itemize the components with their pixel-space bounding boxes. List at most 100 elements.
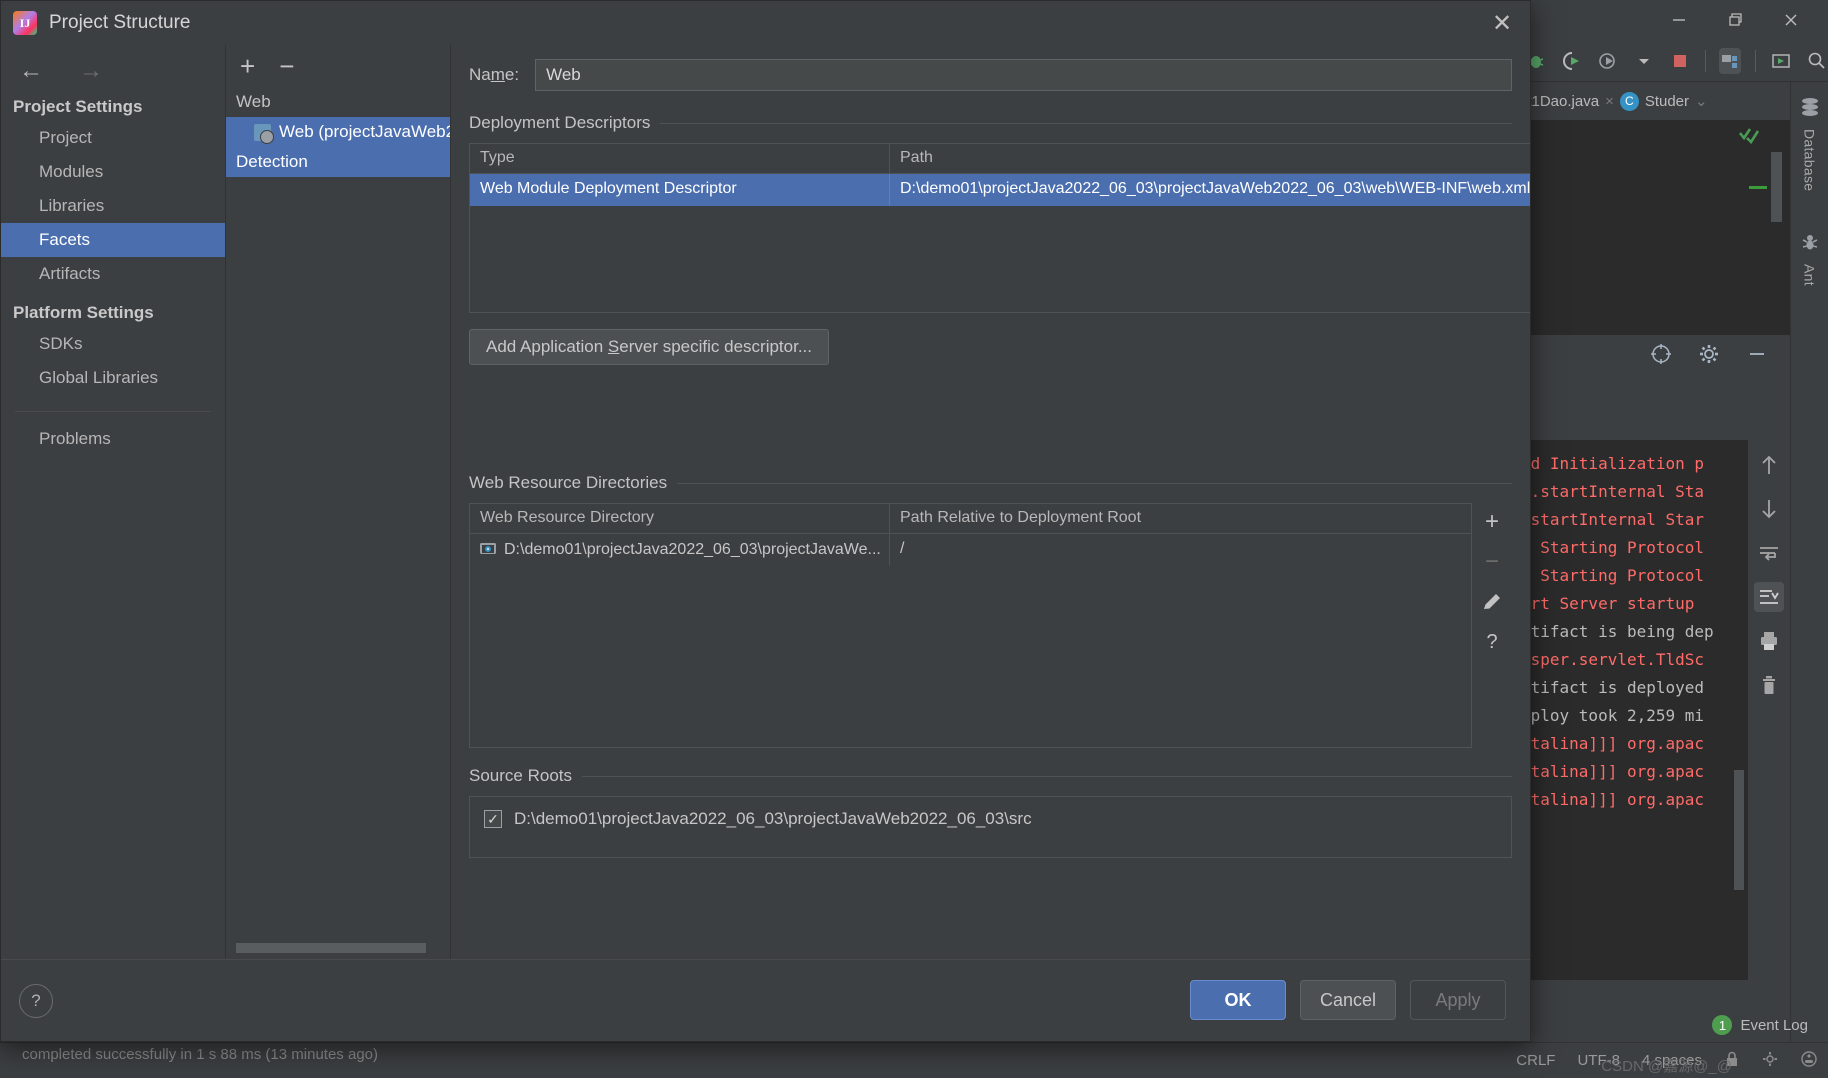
project-structure-icon[interactable] bbox=[1719, 47, 1742, 74]
console-output[interactable]: ad Initialization p e.startInternal Sta … bbox=[1515, 440, 1748, 980]
web-resources-table: Web Resource Directory Path Relative to … bbox=[469, 503, 1472, 748]
cell-directory: D:\demo01\projectJava2022_06_03\projectJ… bbox=[470, 534, 890, 566]
facet-row-web-module[interactable]: Web (projectJavaWeb20 bbox=[226, 117, 450, 147]
facets-horizontal-scrollbar[interactable] bbox=[236, 943, 426, 953]
hide-panel-icon[interactable] bbox=[1744, 341, 1770, 367]
source-root-checkbox[interactable]: ✓ bbox=[484, 810, 502, 828]
dialog-close-icon[interactable]: ✕ bbox=[1474, 1, 1530, 45]
apply-button[interactable]: Apply bbox=[1410, 980, 1506, 1020]
dialog-title: Project Structure bbox=[49, 12, 191, 33]
facet-row-label: Web (projectJavaWeb20 bbox=[279, 122, 450, 141]
console-scrollbar[interactable] bbox=[1734, 770, 1744, 890]
dialog-action-buttons: OK Cancel Apply bbox=[1190, 980, 1506, 1020]
console-line: eploy took 2,259 mi bbox=[1521, 706, 1705, 725]
console-line: t Starting Protocol bbox=[1521, 538, 1705, 557]
remove-facet-button[interactable]: − bbox=[279, 53, 294, 79]
profile-icon[interactable] bbox=[1597, 48, 1619, 74]
minimize-icon[interactable] bbox=[1664, 5, 1694, 35]
deployment-table-header: Type Path bbox=[470, 144, 1530, 174]
sidebar-item-modules[interactable]: Modules bbox=[1, 155, 225, 189]
soft-wrap-icon[interactable] bbox=[1754, 538, 1784, 568]
source-roots-header: Source Roots bbox=[469, 766, 1512, 786]
dialog-footer: ? OK Cancel Apply bbox=[1, 959, 1530, 1041]
sidebar-item-libraries[interactable]: Libraries bbox=[1, 189, 225, 223]
status-line-ending[interactable]: CRLF bbox=[1516, 1052, 1555, 1069]
add-facet-button[interactable]: + bbox=[240, 53, 255, 79]
list-item[interactable]: ✓ D:\demo01\projectJava2022_06_03\projec… bbox=[484, 809, 1511, 829]
web-resources-table-header: Web Resource Directory Path Relative to … bbox=[470, 504, 1471, 534]
ant-icon bbox=[1799, 231, 1821, 258]
run-icon[interactable] bbox=[1770, 48, 1792, 74]
print-icon[interactable] bbox=[1754, 626, 1784, 656]
sidebar-item-facets[interactable]: Facets bbox=[1, 223, 225, 257]
back-arrow-icon[interactable]: ← bbox=[19, 57, 43, 85]
sidebar-item-project[interactable]: Project bbox=[1, 121, 225, 155]
chevron-down-icon[interactable]: ⌄ bbox=[1695, 92, 1708, 110]
add-icon[interactable]: + bbox=[1477, 507, 1507, 537]
console-line: atalina]]] org.apac bbox=[1521, 762, 1705, 781]
web-resources-header: Web Resource Directories bbox=[469, 473, 1512, 493]
watermark-text: CSDN @嘉源@_@ bbox=[1601, 1058, 1732, 1075]
console-toolbar bbox=[1748, 440, 1790, 980]
remove-icon[interactable]: − bbox=[1477, 547, 1507, 577]
facet-row-detection[interactable]: Detection bbox=[226, 147, 450, 177]
ide-window-titlebar bbox=[1530, 0, 1828, 40]
help-icon[interactable]: ? bbox=[19, 984, 53, 1018]
trash-icon[interactable] bbox=[1754, 670, 1784, 700]
console-line: t Starting Protocol bbox=[1521, 566, 1705, 585]
facet-row-web-group[interactable]: Web bbox=[226, 87, 450, 117]
chevron-down-icon[interactable] bbox=[1633, 48, 1655, 74]
scroll-down-icon[interactable] bbox=[1754, 494, 1784, 524]
sidebar-item-problems[interactable]: Problems bbox=[1, 422, 225, 456]
ok-button[interactable]: OK bbox=[1190, 980, 1286, 1020]
sidebar-item-artifacts[interactable]: Artifacts bbox=[1, 257, 225, 291]
web-resources-side-buttons: + − ? bbox=[1472, 503, 1512, 748]
table-row[interactable]: Web Module Deployment Descriptor D:\demo… bbox=[470, 174, 1530, 206]
console-line: rtifact is being dep bbox=[1521, 622, 1714, 641]
cell-path: D:\demo01\projectJava2022_06_03\projectJ… bbox=[890, 174, 1530, 206]
editor-area bbox=[1515, 120, 1790, 335]
stop-icon[interactable] bbox=[1669, 48, 1691, 74]
scroll-to-end-icon[interactable] bbox=[1754, 582, 1784, 612]
name-row: Name: bbox=[469, 45, 1512, 91]
gear-icon[interactable] bbox=[1762, 1051, 1778, 1071]
folder-icon bbox=[480, 541, 496, 560]
event-log-button[interactable]: 1 Event Log bbox=[1712, 1015, 1808, 1035]
cancel-button[interactable]: Cancel bbox=[1300, 980, 1396, 1020]
help-icon[interactable]: ? bbox=[1477, 627, 1507, 657]
run-coverage-icon[interactable] bbox=[1561, 48, 1583, 74]
add-app-server-descriptor-button[interactable]: Add Application Server specific descript… bbox=[469, 329, 830, 365]
section-title: Web Resource Directories bbox=[469, 473, 668, 492]
restore-icon[interactable] bbox=[1720, 5, 1750, 35]
name-input[interactable] bbox=[535, 59, 1512, 91]
deployment-descriptors-section: Deployment Descriptors Type Path Web Mod… bbox=[469, 113, 1530, 365]
search-icon[interactable] bbox=[1806, 48, 1828, 74]
column-header-path[interactable]: Path bbox=[890, 144, 1530, 173]
column-header-path-relative[interactable]: Path Relative to Deployment Root bbox=[890, 504, 1471, 533]
ide-status-bar: completed successfully in 1 s 88 ms (13 … bbox=[0, 1015, 1828, 1078]
forward-arrow-icon[interactable]: → bbox=[79, 57, 103, 85]
rail-item-ant[interactable]: Ant bbox=[1791, 231, 1828, 286]
web-resource-directories-section: Web Resource Directories Web Resource Di… bbox=[469, 473, 1512, 748]
sidebar-item-sdks[interactable]: SDKs bbox=[1, 327, 225, 361]
column-header-type[interactable]: Type bbox=[470, 144, 890, 173]
close-icon[interactable] bbox=[1776, 5, 1806, 35]
notification-icon[interactable] bbox=[1800, 1050, 1818, 1072]
gear-icon[interactable] bbox=[1696, 341, 1722, 367]
tab-close-icon[interactable]: × bbox=[1605, 93, 1614, 110]
tab-label-student[interactable]: Studer bbox=[1645, 93, 1689, 110]
edit-icon[interactable] bbox=[1477, 587, 1507, 617]
console-line: atalina]]] org.apac bbox=[1521, 790, 1705, 809]
console-line: asper.servlet.TldSc bbox=[1521, 650, 1705, 669]
facet-settings-panel: Name: Deployment Descriptors Type Path bbox=[451, 45, 1530, 959]
table-row[interactable]: D:\demo01\projectJava2022_06_03\projectJ… bbox=[470, 534, 1471, 566]
event-log-label: Event Log bbox=[1740, 1016, 1808, 1034]
column-header-web-resource-directory[interactable]: Web Resource Directory bbox=[470, 504, 890, 533]
editor-scrollbar[interactable] bbox=[1771, 152, 1782, 222]
sidebar-item-global-libraries[interactable]: Global Libraries bbox=[1, 361, 225, 395]
rail-item-database[interactable]: Database bbox=[1791, 96, 1828, 191]
target-icon[interactable] bbox=[1648, 341, 1674, 367]
section-title: Source Roots bbox=[469, 766, 572, 785]
tab-label-dao[interactable]: nt1Dao.java bbox=[1519, 93, 1599, 110]
scroll-up-icon[interactable] bbox=[1754, 450, 1784, 480]
